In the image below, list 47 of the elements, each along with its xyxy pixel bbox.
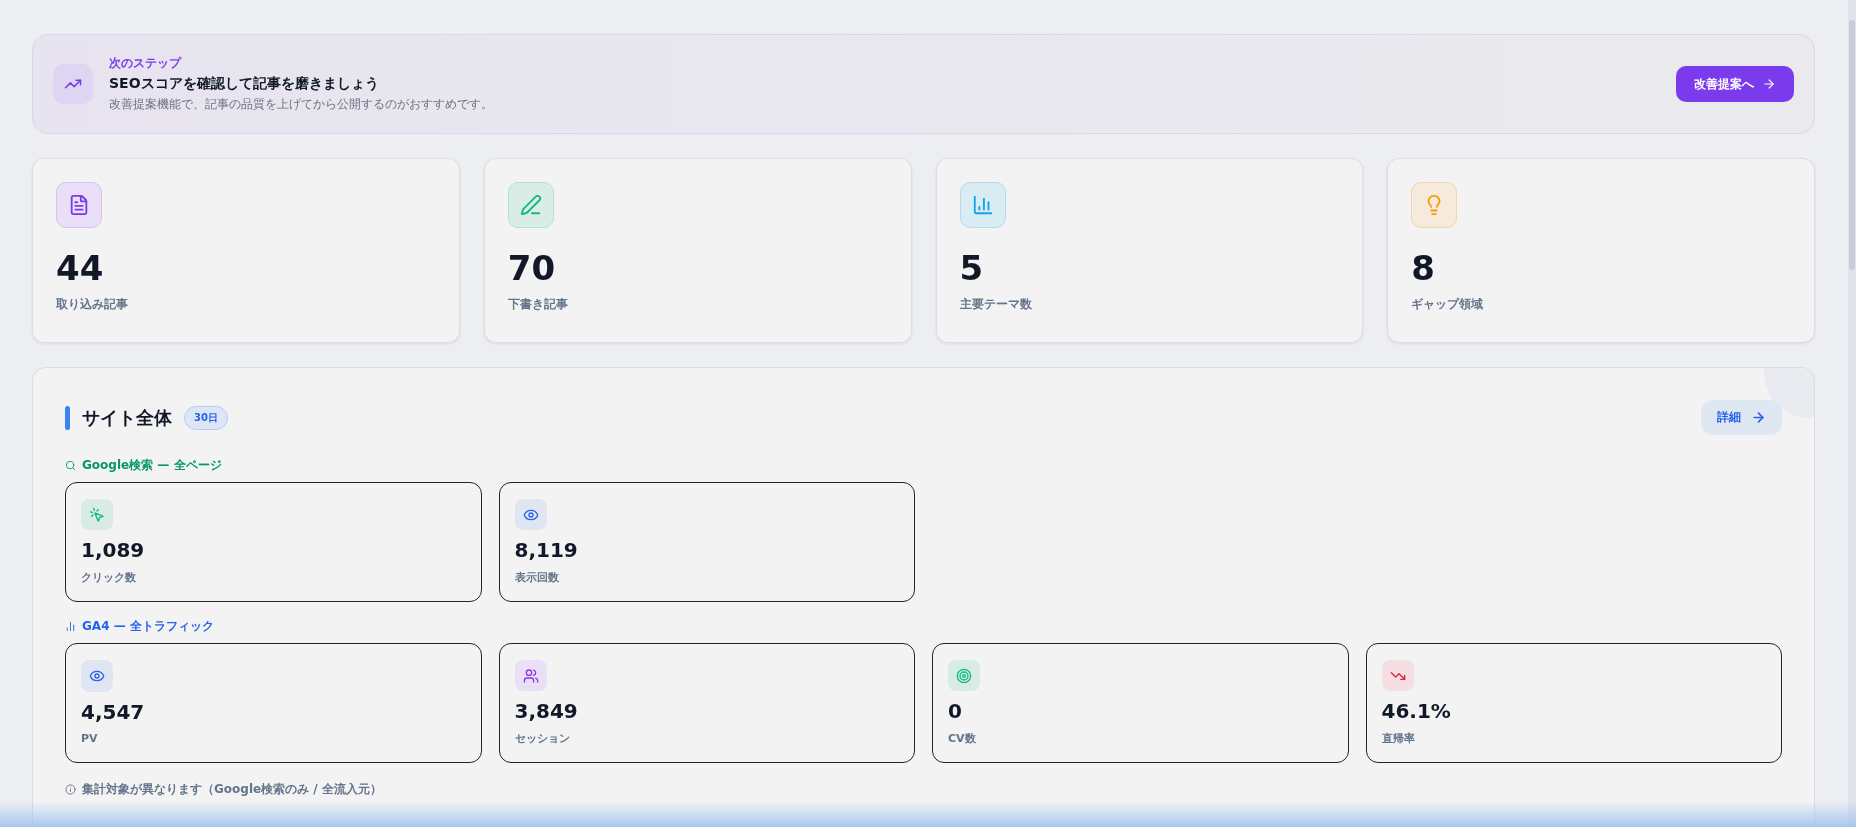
banner-title: SEOスコアを確認して記事を磨きましょう bbox=[109, 75, 380, 93]
suggestions-button[interactable]: 改善提案へ bbox=[1676, 66, 1794, 102]
lightbulb-icon bbox=[1411, 182, 1458, 228]
stat-value: 5 bbox=[959, 248, 985, 288]
metric-value: 3,849 bbox=[514, 699, 579, 723]
stat-value: 8 bbox=[1411, 248, 1436, 288]
metric-label: 直帰率 bbox=[1381, 731, 1416, 746]
document-icon bbox=[56, 182, 102, 228]
scrollbar-thumb[interactable] bbox=[1849, 20, 1855, 270]
group-label: Google検索 — 全ページ bbox=[82, 457, 222, 474]
stat-value: 44 bbox=[56, 248, 105, 288]
details-button[interactable]: 詳細 bbox=[1701, 400, 1782, 435]
metric-label: クリック数 bbox=[81, 570, 137, 585]
banner-eyebrow: 次のステップ bbox=[109, 55, 183, 72]
metric-value: 4,547 bbox=[81, 700, 146, 724]
bar-chart-icon bbox=[959, 182, 1006, 228]
group-label: GA4 — 全トラフィック bbox=[82, 618, 214, 635]
pen-icon bbox=[507, 182, 554, 228]
arrow-right-icon bbox=[1751, 410, 1766, 425]
note-text: 集計対象が異なります（Google検索のみ / 全流入元） bbox=[82, 781, 382, 798]
metric-label: CV数 bbox=[948, 731, 977, 746]
trending-up-icon bbox=[53, 64, 93, 104]
metric-value: 8,119 bbox=[514, 538, 579, 562]
bar-chart-icon bbox=[65, 621, 76, 632]
stat-label: 下書き記事 bbox=[507, 296, 569, 313]
trending-down-icon bbox=[1381, 660, 1414, 691]
accent-bar bbox=[65, 405, 70, 430]
eye-icon bbox=[514, 499, 547, 530]
info-icon bbox=[65, 784, 76, 795]
period-badge: 30日 bbox=[184, 405, 228, 430]
target-icon bbox=[948, 660, 980, 691]
stat-label: 主要テーマ数 bbox=[959, 296, 1033, 313]
metric-label: 表示回数 bbox=[514, 570, 560, 585]
metric-label: PV bbox=[81, 732, 99, 745]
metric-value: 46.1% bbox=[1381, 699, 1452, 723]
search-icon bbox=[65, 460, 76, 471]
metric-value: 1,089 bbox=[81, 538, 146, 562]
metric-label: セッション bbox=[514, 731, 571, 746]
section-title: サイト全体 bbox=[82, 405, 172, 430]
stat-label: ギャップ領域 bbox=[1411, 296, 1485, 313]
metric-value: 0 bbox=[948, 699, 963, 723]
eye-icon bbox=[81, 660, 113, 692]
users-icon bbox=[514, 660, 547, 691]
cursor-click-icon bbox=[81, 499, 113, 530]
stat-label: 取り込み記事 bbox=[56, 296, 129, 313]
stat-value: 70 bbox=[507, 248, 557, 288]
banner-description: 改善提案機能で、記事の品質を上げてから公開するのがおすすめです。 bbox=[109, 96, 494, 113]
